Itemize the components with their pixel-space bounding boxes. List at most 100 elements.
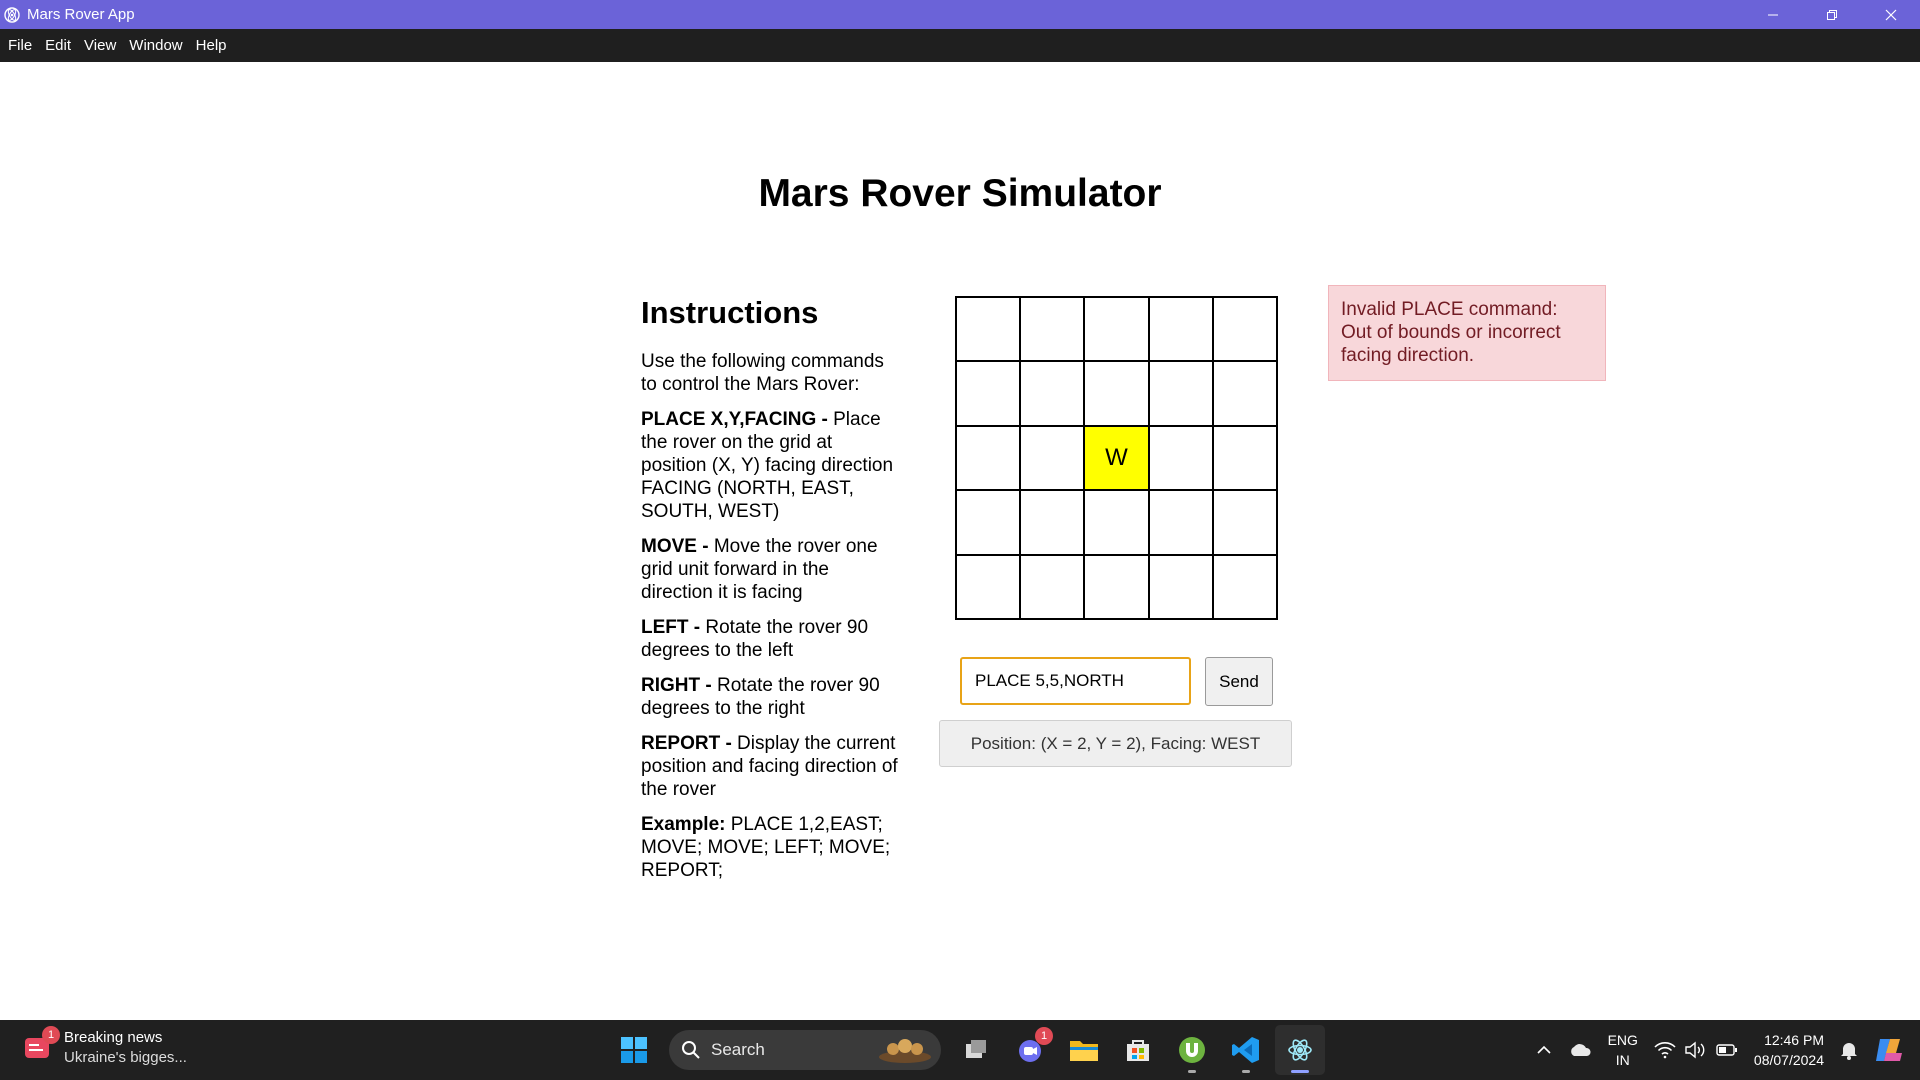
- grid-cell: [1020, 490, 1085, 555]
- search-highlight-icon: [879, 1039, 931, 1063]
- copilot-button[interactable]: [1874, 1035, 1906, 1065]
- command-help-move: MOVE - Move the rover one grid unit forw…: [641, 535, 901, 604]
- cloud-icon: [1570, 1044, 1591, 1056]
- volume-icon: [1685, 1041, 1705, 1059]
- network-volume-battery[interactable]: [1654, 1041, 1738, 1059]
- copilot-icon: [1876, 1039, 1902, 1061]
- grid-cell: [956, 554, 1021, 619]
- running-indicator: [1188, 1070, 1196, 1073]
- restore-button[interactable]: [1802, 0, 1861, 29]
- mars-rover-app-button[interactable]: [1275, 1025, 1325, 1075]
- command-name: MOVE -: [641, 536, 709, 557]
- menu-help[interactable]: Help: [191, 37, 235, 54]
- grid-cell: [1212, 297, 1277, 362]
- instructions-panel: Instructions Use the following commands …: [641, 294, 901, 894]
- rover-grid: W: [955, 296, 1278, 620]
- command-name: PLACE X,Y,FACING -: [641, 409, 828, 430]
- language-indicator[interactable]: ENG IN: [1608, 1030, 1638, 1070]
- news-icon: 1: [22, 1026, 60, 1064]
- electron-app-icon: [3, 6, 21, 24]
- menu-bar: File Edit View Window Help: [0, 29, 1920, 62]
- grid-cell: [1148, 554, 1213, 619]
- utorrent-button[interactable]: [1167, 1025, 1217, 1075]
- command-name: LEFT -: [641, 617, 701, 638]
- system-tray: ENG IN 12:46 PM 08/07/2024: [1528, 1020, 1920, 1080]
- task-view-icon: [966, 1040, 986, 1058]
- close-button[interactable]: [1861, 0, 1920, 29]
- grid-cell: [1212, 361, 1277, 426]
- windows-start-icon: [621, 1037, 647, 1063]
- battery-icon: [1716, 1044, 1737, 1056]
- minimize-icon: [1767, 14, 1778, 15]
- command-name: RIGHT -: [641, 675, 712, 696]
- task-view-button[interactable]: [951, 1025, 1001, 1075]
- chevron-up-icon: [1537, 1045, 1551, 1054]
- grid-cell: [1084, 490, 1149, 555]
- grid-cell: [956, 361, 1021, 426]
- wifi-icon: [1654, 1042, 1676, 1059]
- folder-icon: [1070, 1041, 1098, 1061]
- news-badge: 1: [42, 1026, 60, 1044]
- store-button[interactable]: [1113, 1025, 1163, 1075]
- report-output: Position: (X = 2, Y = 2), Facing: WEST: [939, 720, 1292, 767]
- start-button[interactable]: [609, 1025, 659, 1075]
- grid-cell: [1020, 554, 1085, 619]
- page-title: Mars Rover Simulator: [758, 172, 1162, 215]
- error-alert: Invalid PLACE command: Out of bounds or …: [1328, 285, 1606, 381]
- grid-cell: [1148, 490, 1213, 555]
- menu-edit[interactable]: Edit: [40, 37, 79, 54]
- electron-icon: [1288, 1039, 1312, 1061]
- grid-cell: [1148, 297, 1213, 362]
- grid-cell: [1212, 425, 1277, 491]
- title-bar: Mars Rover App: [0, 0, 1920, 29]
- teams-badge: 1: [1035, 1027, 1053, 1045]
- command-name: REPORT -: [641, 733, 732, 754]
- vscode-button[interactable]: [1221, 1025, 1271, 1075]
- search-label: Search: [711, 1040, 765, 1059]
- minimize-button[interactable]: [1743, 0, 1802, 29]
- grid-cell: [1020, 361, 1085, 426]
- command-example: Example: PLACE 1,2,EAST; MOVE; MOVE; LEF…: [641, 813, 901, 882]
- instructions-heading: Instructions: [641, 295, 819, 330]
- onedrive-button[interactable]: [1568, 1042, 1592, 1058]
- menu-file[interactable]: File: [3, 37, 40, 54]
- grid-cell: [956, 297, 1021, 362]
- grid-cell: [1212, 554, 1277, 619]
- grid-cell: [1020, 425, 1085, 491]
- grid-cell: [1084, 361, 1149, 426]
- menu-window[interactable]: Window: [124, 37, 190, 54]
- grid-cell: [1084, 554, 1149, 619]
- command-name: Example:: [641, 814, 726, 835]
- grid-cell: [1148, 425, 1213, 491]
- send-button[interactable]: Send: [1205, 657, 1273, 706]
- file-explorer-button[interactable]: [1059, 1025, 1109, 1075]
- taskbar-search[interactable]: Search: [669, 1030, 941, 1070]
- restore-icon: [1826, 9, 1837, 20]
- news-subtitle: Ukraine's bigges...: [64, 1049, 187, 1066]
- clock-time: 12:46 PM: [1764, 1032, 1824, 1048]
- command-help-place: PLACE X,Y,FACING - Place the rover on th…: [641, 408, 901, 523]
- show-hidden-icons-button[interactable]: [1536, 1042, 1552, 1058]
- running-indicator: [1291, 1070, 1309, 1073]
- menu-view[interactable]: View: [79, 37, 124, 54]
- command-help-left: LEFT - Rotate the rover 90 degrees to th…: [641, 616, 901, 662]
- clock-date: 08/07/2024: [1753, 1052, 1824, 1068]
- grid-cell: [1084, 297, 1149, 362]
- news-widget[interactable]: 1 Breaking news Ukraine's bigges...: [22, 1026, 187, 1068]
- command-input[interactable]: [960, 657, 1191, 705]
- grid-cell: [956, 490, 1021, 555]
- language-line2: IN: [1615, 1052, 1630, 1068]
- running-indicator: [1242, 1070, 1250, 1073]
- language-line1: ENG: [1607, 1032, 1638, 1048]
- teams-button[interactable]: 1: [1005, 1025, 1055, 1075]
- store-icon: [1127, 1040, 1149, 1061]
- clock[interactable]: 12:46 PM 08/07/2024: [1754, 1030, 1824, 1070]
- notifications-button[interactable]: [1840, 1040, 1858, 1060]
- search-icon: [682, 1041, 700, 1059]
- rover-cell: W: [1084, 425, 1149, 491]
- window-title: Mars Rover App: [27, 6, 135, 23]
- grid-cell: [1020, 297, 1085, 362]
- grid-cell: [956, 425, 1021, 491]
- instructions-intro: Use the following commands to control th…: [641, 351, 884, 395]
- vscode-icon: [1232, 1037, 1259, 1063]
